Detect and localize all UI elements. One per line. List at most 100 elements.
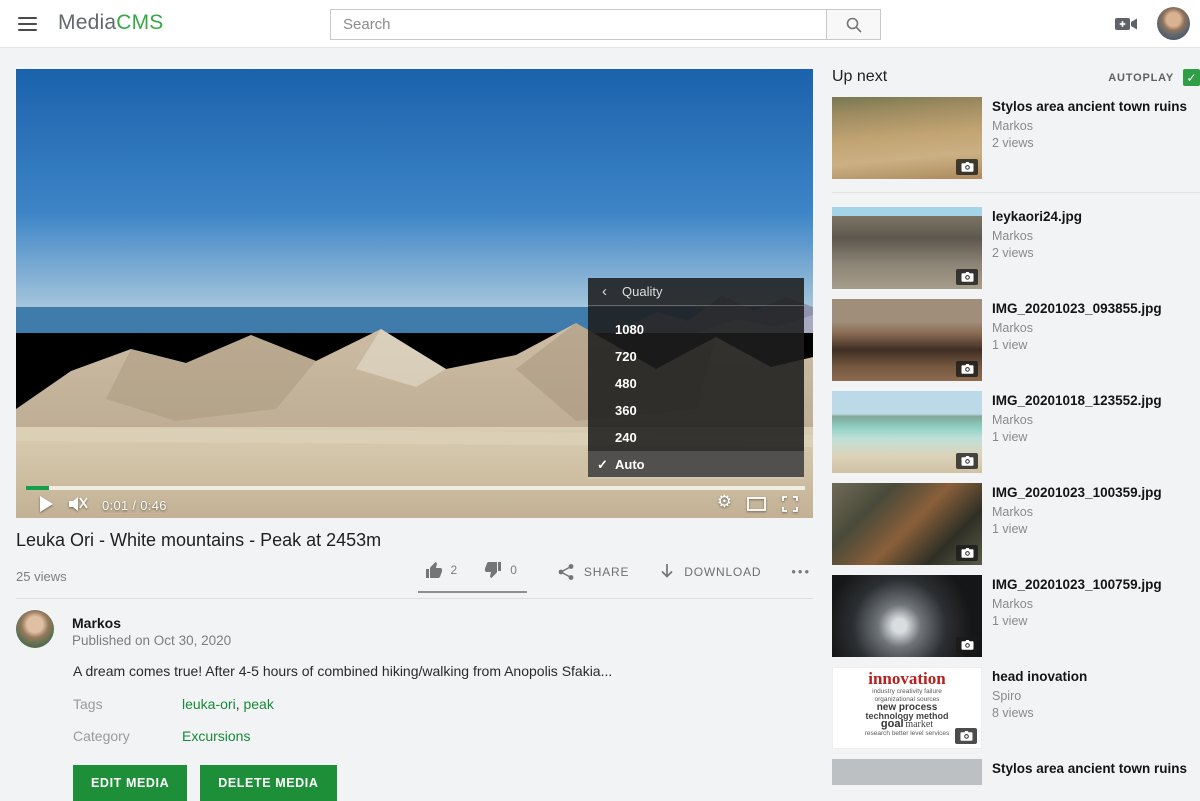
up-next-item[interactable]: IMG_20201023_100759.jpg Markos 1 view — [832, 575, 1200, 657]
up-next-title: Up next — [832, 68, 887, 86]
check-icon: ✓ — [1186, 71, 1196, 85]
download-icon — [659, 563, 675, 580]
quality-option-720[interactable]: 720 — [588, 343, 804, 370]
thumbnail-img-100359[interactable] — [832, 483, 982, 565]
thumbnail-img-100759[interactable] — [832, 575, 982, 657]
tag-link-peak[interactable]: peak — [243, 696, 273, 712]
uploader-name[interactable]: Markos — [72, 615, 121, 631]
thumbs-down-icon — [483, 560, 503, 580]
theater-mode-button[interactable] — [747, 497, 766, 516]
video-player[interactable]: ‹ Quality 1080 720 480 360 240 ✓ Auto — [16, 69, 813, 518]
up-next-item[interactable]: IMG_20201023_100359.jpg Markos 1 view — [832, 483, 1200, 565]
item-title: Stylos area ancient town ruins — [992, 760, 1187, 777]
up-next-item[interactable]: IMG_20201023_093855.jpg Markos 1 view — [832, 299, 1200, 381]
quality-menu-title: Quality — [622, 284, 662, 299]
quality-option-auto-label: Auto — [615, 457, 645, 472]
play-button[interactable] — [39, 496, 53, 517]
progress-bar[interactable] — [26, 486, 805, 490]
uploader-avatar[interactable] — [16, 610, 54, 648]
action-buttons: 2 0 SHARE DOWNL — [418, 560, 811, 593]
tags-label: Tags — [73, 696, 103, 712]
quality-option-1080[interactable]: 1080 — [588, 316, 804, 343]
camera-icon — [961, 640, 974, 650]
video-add-icon — [1115, 16, 1138, 32]
fullscreen-button[interactable] — [782, 496, 798, 517]
tags-value: leuka-ori, peak — [182, 696, 274, 712]
item-views: 1 view — [992, 338, 1162, 352]
up-next-item[interactable]: Stylos area ancient town ruins — [832, 759, 1200, 785]
theater-icon — [747, 497, 766, 511]
mute-button[interactable] — [68, 495, 89, 518]
item-views: 1 view — [992, 430, 1162, 444]
quality-options-list: 1080 720 480 360 240 ✓ Auto — [588, 306, 804, 479]
item-views: 1 view — [992, 614, 1162, 628]
up-next-item[interactable]: innovation industry creativity failure o… — [832, 667, 1200, 749]
up-next-item[interactable]: leykaori24.jpg Markos 2 views — [832, 207, 1200, 289]
volume-muted-icon — [68, 495, 89, 513]
category-label: Category — [73, 728, 130, 744]
search-icon — [845, 16, 863, 34]
item-views: 8 views — [992, 706, 1087, 720]
autoplay-label: AUTOPLAY — [1108, 72, 1174, 84]
item-views: 2 views — [992, 136, 1187, 150]
like-count: 2 — [451, 563, 458, 577]
search-bar — [330, 9, 881, 40]
quality-option-480[interactable]: 480 — [588, 370, 804, 397]
camera-icon — [961, 548, 974, 558]
up-next-item[interactable]: IMG_20201018_123552.jpg Markos 1 view — [832, 391, 1200, 473]
thumbnail-img-093855[interactable] — [832, 299, 982, 381]
category-value: Excursions — [182, 728, 250, 744]
item-author: Markos — [992, 229, 1082, 243]
fullscreen-icon — [782, 496, 798, 512]
thumbnail-stylos-ruins[interactable] — [832, 97, 982, 179]
player-controls: 0:01 / 0:46 ⚙ — [16, 493, 813, 518]
search-button[interactable] — [827, 9, 881, 40]
secondary-actions: SHARE DOWNLOAD ••• — [557, 563, 811, 591]
like-button[interactable]: 2 — [424, 560, 458, 580]
download-button[interactable]: DOWNLOAD — [659, 563, 761, 580]
item-author: Markos — [992, 119, 1187, 133]
dislike-button[interactable]: 0 — [483, 560, 517, 580]
top-navigation-bar: MediaCMS — [0, 0, 1200, 48]
item-title: IMG_20201023_100759.jpg — [992, 576, 1162, 593]
item-author: Markos — [992, 413, 1162, 427]
up-next-item[interactable]: Stylos area ancient town ruins Markos 2 … — [832, 97, 1200, 179]
duration: 0:46 — [140, 498, 167, 513]
edit-media-button[interactable]: EDIT MEDIA — [73, 765, 187, 801]
quality-option-240[interactable]: 240 — [588, 424, 804, 451]
item-author: Markos — [992, 597, 1162, 611]
mediacms-logo[interactable]: MediaCMS — [58, 11, 163, 35]
quality-menu-back[interactable]: ‹ Quality — [588, 278, 804, 306]
item-title: IMG_20201023_093855.jpg — [992, 300, 1162, 317]
tag-link-leuka-ori[interactable]: leuka-ori — [182, 696, 236, 712]
item-author: Markos — [992, 505, 1162, 519]
hamburger-menu-icon[interactable] — [18, 17, 37, 31]
upload-media-button[interactable] — [1115, 16, 1138, 37]
chevron-left-icon: ‹ — [602, 283, 607, 300]
user-avatar[interactable] — [1157, 7, 1190, 40]
quality-option-360[interactable]: 360 — [588, 397, 804, 424]
item-title: leykaori24.jpg — [992, 208, 1082, 225]
delete-media-button[interactable]: DELETE MEDIA — [200, 765, 336, 801]
logo-text-media: Media — [58, 11, 116, 34]
time-display: 0:01 / 0:46 — [102, 498, 167, 513]
search-input[interactable] — [330, 9, 827, 40]
item-title: IMG_20201023_100359.jpg — [992, 484, 1162, 501]
thumbnail-img-123552[interactable] — [832, 391, 982, 473]
media-buttons-row: EDIT MEDIA DELETE MEDIA — [73, 765, 337, 801]
share-button[interactable]: SHARE — [557, 563, 629, 581]
thumbnail-stylos-ruins-2[interactable] — [832, 759, 982, 785]
autoplay-checkbox[interactable]: ✓ — [1183, 69, 1200, 86]
category-link-excursions[interactable]: Excursions — [182, 728, 250, 744]
item-title: Stylos area ancient town ruins — [992, 98, 1187, 115]
thumbnail-head-inovation[interactable]: innovation industry creativity failure o… — [832, 667, 982, 749]
item-views: 2 views — [992, 246, 1082, 260]
more-options-button[interactable]: ••• — [791, 564, 811, 579]
quality-option-auto[interactable]: ✓ Auto — [588, 451, 804, 479]
settings-button[interactable]: ⚙ — [717, 494, 732, 512]
view-count: 25 views — [16, 569, 67, 584]
wordcloud-main-word: innovation — [833, 670, 981, 688]
camera-icon — [960, 731, 973, 741]
item-title: IMG_20201018_123552.jpg — [992, 392, 1162, 409]
thumbnail-leykaori24[interactable] — [832, 207, 982, 289]
